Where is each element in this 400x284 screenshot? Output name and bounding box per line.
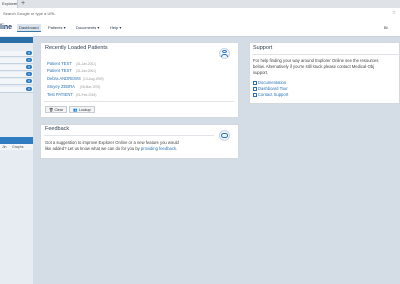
- feedback-text: like added? Let us know what we can do f…: [45, 146, 141, 151]
- speech-bubble-icon: [221, 133, 228, 138]
- sidebar-subtab[interactable]: Jin: [2, 144, 6, 150]
- new-tab-button[interactable]: +: [19, 0, 27, 8]
- patient-dob: (13-Aug-1959): [83, 77, 104, 81]
- sidebar-subtab[interactable]: Graphs: [12, 144, 23, 150]
- patient-link[interactable]: Debra ANDREWS: [47, 76, 81, 81]
- nav-patients[interactable]: Patients ▾: [46, 24, 68, 31]
- clear-button[interactable]: 🗑 Clear: [45, 106, 67, 113]
- feedback-text-line2: like added? Let us know what we can do f…: [45, 146, 177, 152]
- lookup-button[interactable]: 👥 Lookup: [69, 106, 95, 113]
- browser-tab-bar: [0, 0, 400, 8]
- user-menu[interactable]: Bl: [384, 24, 388, 31]
- clear-label: Clear: [54, 108, 64, 112]
- count-badge: 0: [26, 87, 32, 91]
- count-badge: 0: [26, 65, 32, 69]
- patients-body-icon: [221, 54, 228, 57]
- nav-documents[interactable]: Documents ▾: [74, 24, 101, 31]
- count-badge: 0: [26, 51, 32, 55]
- panel-divider: [44, 101, 234, 102]
- contact-support-link[interactable]: Contact Support: [258, 92, 288, 97]
- support-title: Support: [253, 45, 273, 51]
- feedback-title: Feedback: [45, 126, 70, 132]
- count-badge: 0: [26, 79, 32, 83]
- star-icon[interactable]: ☆: [390, 8, 398, 19]
- patient-link[interactable]: Test PATIENT: [47, 92, 73, 97]
- sidebar-header: [0, 37, 33, 43]
- support-text-line3: support.: [253, 70, 269, 75]
- count-badge: 1: [26, 72, 32, 76]
- address-input[interactable]: Search Google or type a URL: [3, 8, 55, 19]
- contact-icon: [253, 93, 257, 97]
- sidebar-selected-tab[interactable]: [0, 137, 33, 144]
- documentation-link[interactable]: Documentation: [258, 80, 286, 85]
- recent-patients-title: Recently Loaded Patients: [45, 45, 108, 51]
- panel-divider: [252, 54, 400, 55]
- patients-head-icon: [222, 50, 227, 53]
- patient-dob: (31-Jan-2001): [76, 69, 97, 73]
- app-brand: line: [0, 24, 13, 31]
- tab-close-icon[interactable]: ×: [13, 0, 18, 8]
- lookup-label: Lookup: [78, 108, 91, 112]
- trash-icon: 🗑: [48, 108, 54, 112]
- patient-link[interactable]: Smyey ZEBRA: [47, 84, 75, 89]
- dashboard-tour-link[interactable]: Dashboard Tour: [258, 86, 288, 91]
- count-badge: 1: [26, 58, 32, 62]
- nav-dashboard[interactable]: Dashboard: [17, 24, 41, 32]
- feedback-period: .: [176, 146, 178, 151]
- patient-dob: (01-Feb-2016): [76, 93, 97, 97]
- patient-dob: (31-Jan-2001): [76, 62, 97, 66]
- patient-link[interactable]: Patient TEST: [47, 68, 72, 73]
- panel-divider: [44, 135, 214, 136]
- tour-icon: [253, 87, 257, 91]
- lookup-icon: 👥: [73, 108, 78, 112]
- patient-link[interactable]: Patient TEST: [47, 61, 72, 66]
- nav-help[interactable]: Help ▾: [108, 24, 123, 31]
- document-icon: [253, 81, 257, 85]
- patient-dob: (08-Mar-1976): [80, 85, 101, 89]
- provide-feedback-link[interactable]: providing feedback: [141, 146, 176, 151]
- support-text-line2: below. Alternatively if you're still stu…: [253, 64, 375, 69]
